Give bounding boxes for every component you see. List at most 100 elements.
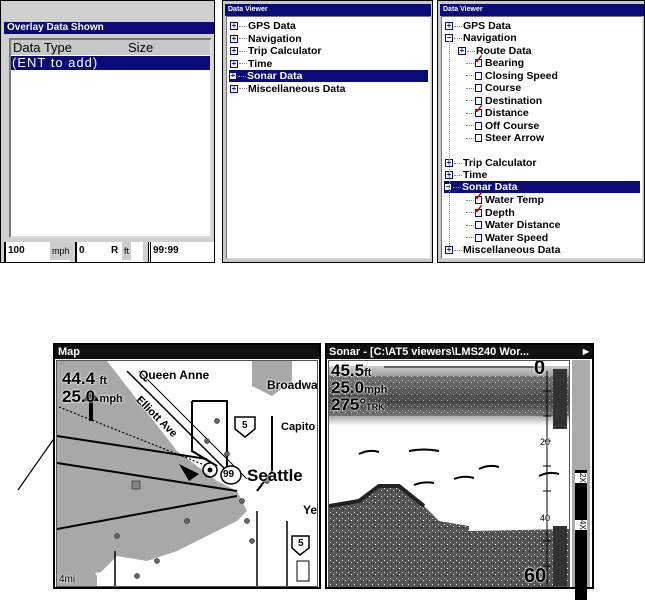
checkbox-icon[interactable]	[474, 103, 484, 118]
map-label-queen-anne: Queen Anne	[139, 368, 210, 382]
tree-item-checkbox[interactable]: Course	[466, 82, 521, 94]
tree-label: Trip Calculator	[463, 157, 537, 169]
tree-item-checkbox[interactable]: Distance	[466, 103, 529, 119]
tree-label: Water Temp	[485, 194, 544, 206]
tree-label: Time	[248, 57, 273, 70]
overlay-add-row[interactable]: (ENT to add)	[11, 56, 210, 70]
overlay-list-header: Data Type Size	[11, 40, 210, 55]
zoom-bar[interactable]: 2X 4X	[572, 360, 590, 600]
collapse-icon[interactable]: −	[444, 183, 452, 192]
speed-unit: mph	[99, 393, 123, 405]
checkbox-icon[interactable]	[475, 221, 482, 230]
tree-item-navigation[interactable]: − Navigation	[445, 32, 517, 44]
checkbox-icon[interactable]	[475, 121, 482, 130]
tree-item-checkbox[interactable]: Bearing	[466, 53, 524, 69]
map-label-broadway: Broadwa	[267, 378, 318, 392]
tree-item-checkbox[interactable]: Steer Arrow	[466, 132, 544, 144]
zoom-2x-label[interactable]: 2X	[575, 473, 587, 483]
tree-item-checkbox[interactable]: Off Course	[466, 120, 539, 132]
viewer-tree[interactable]: + GPS Data + Navigation + Trip Calculator + Tim…	[226, 16, 431, 259]
tree-item[interactable]: + Miscellaneous Data	[230, 83, 345, 95]
data-viewer-collapsed: Data Viewer + GPS Data + Navigation + Trip Ca…	[222, 0, 433, 263]
tree-label: Miscellaneous Data	[248, 82, 346, 95]
tree-label: Navigation	[463, 32, 517, 44]
tree-label: Distance	[485, 107, 529, 119]
col-data-type: Data Type	[13, 40, 73, 55]
tree-label: Route Data	[476, 45, 532, 57]
expand-icon[interactable]: +	[229, 72, 237, 81]
expand-icon[interactable]: +	[458, 47, 466, 56]
tree-item[interactable]: + GPS Data	[230, 20, 296, 32]
tree-item[interactable]: + Sonar Data	[229, 70, 428, 82]
map-label-capitol: Capito	[281, 421, 316, 433]
tree-label: Closing Speed	[485, 69, 558, 82]
expand-icon[interactable]: +	[230, 84, 238, 93]
depth-scale-40: 40	[540, 513, 551, 523]
tree-label: Water Speed	[485, 231, 549, 244]
track-value: 275°	[331, 395, 367, 414]
sonar-title-bar: Sonar - [C:\AT5 viewers\LMS240 Wor... ▶	[327, 345, 592, 359]
overlay-list[interactable]: Data Type Size (ENT to add)	[9, 38, 212, 238]
depth-scale-0: 0	[534, 360, 546, 379]
tree-item[interactable]: + Navigation	[230, 33, 302, 45]
depth-value: 0	[79, 245, 85, 256]
tree-item-checkbox[interactable]: Closing Speed	[466, 70, 558, 82]
speed-value: 25.0	[62, 387, 96, 406]
tree-item[interactable]: + Trip Calculator	[230, 45, 322, 57]
highway-5-label: 5	[242, 420, 248, 431]
speed-unit: mph	[50, 242, 72, 260]
expand-icon[interactable]: +	[230, 59, 238, 68]
expand-icon[interactable]: +	[230, 34, 238, 43]
depth-unit: ft	[99, 375, 107, 387]
map-panel: Map Queen Anne Elliott Ave Broadwa Capit…	[53, 343, 321, 589]
tree-label: Sonar Data	[247, 70, 303, 82]
checkbox-icon[interactable]	[475, 233, 482, 242]
tree-item-gps[interactable]: + GPS Data	[445, 20, 511, 32]
viewer-title-bar: Data Viewer	[225, 4, 431, 16]
overlay-title-bar: Overlay Data Shown	[4, 22, 214, 34]
map-speed-readout: 25.0 mph	[62, 387, 123, 407]
tree-item-misc[interactable]: + Miscellaneous Data	[445, 244, 560, 256]
map-label-ye: Ye	[303, 503, 318, 517]
sonar-track-readout: 275°TRK	[331, 395, 385, 415]
tree-item-checkbox[interactable]: Water Distance	[466, 219, 560, 231]
tree-label: Course	[485, 82, 522, 94]
expand-icon[interactable]: +	[230, 47, 238, 56]
sonar-title: Sonar - [C:\AT5 viewers\LMS240 Wor...	[329, 346, 530, 358]
tree-item[interactable]: + Time	[230, 58, 272, 70]
tree-item-checkbox[interactable]: Water Speed	[466, 232, 548, 244]
track-unit: TRK	[366, 402, 385, 412]
map-canvas[interactable]: Queen Anne Elliott Ave Broadwa Capito Se…	[56, 360, 318, 587]
checkbox-icon[interactable]	[475, 84, 482, 93]
col-size: Size	[128, 40, 154, 55]
expand-icon[interactable]: +	[445, 246, 453, 255]
tree-item-time[interactable]: + Time	[445, 169, 487, 181]
sonar-canvas[interactable]: 45.5ft 25.0mph 275°TRK 0 20 40 60	[328, 360, 570, 587]
time-value: 99:99	[153, 245, 179, 256]
viewer-tree-expanded[interactable]: +GPS Data −Navigation +Route Data Bearin…	[441, 16, 643, 259]
sonar-panel: Sonar - [C:\AT5 viewers\LMS240 Wor... ▶ …	[325, 343, 594, 600]
expand-icon[interactable]: +	[230, 22, 238, 31]
status-depth: 0 Rft	[75, 242, 143, 262]
checkbox-icon[interactable]	[475, 134, 482, 143]
tree-item-route-data[interactable]: + Route Data	[458, 45, 531, 57]
tree-label: Destination	[485, 94, 543, 107]
scroll-right-icon[interactable]: ▶	[583, 345, 589, 359]
highway-5-label: 5	[298, 538, 304, 549]
checkbox-icon[interactable]	[474, 53, 484, 68]
viewer-title-bar: Data Viewer	[440, 4, 644, 16]
tree-label: Miscellaneous Data	[463, 244, 561, 256]
tree-label: Navigation	[248, 32, 302, 45]
tree-label: Steer Arrow	[485, 132, 545, 144]
expand-icon[interactable]: +	[445, 22, 453, 31]
checkbox-icon[interactable]	[474, 203, 484, 217]
tree-item-trip[interactable]: + Trip Calculator	[445, 157, 537, 169]
checkbox-icon[interactable]	[475, 71, 482, 80]
highway-99-label: 99	[223, 469, 235, 480]
depth-unit: ft	[122, 242, 132, 260]
tree-label: GPS Data	[463, 20, 511, 32]
zoom-4x-label[interactable]: 4X	[575, 520, 587, 530]
depth-value: 44.4	[62, 369, 96, 388]
status-speed: 100 mph	[4, 242, 72, 262]
tree-item-checkbox[interactable]: Depth	[466, 203, 515, 219]
